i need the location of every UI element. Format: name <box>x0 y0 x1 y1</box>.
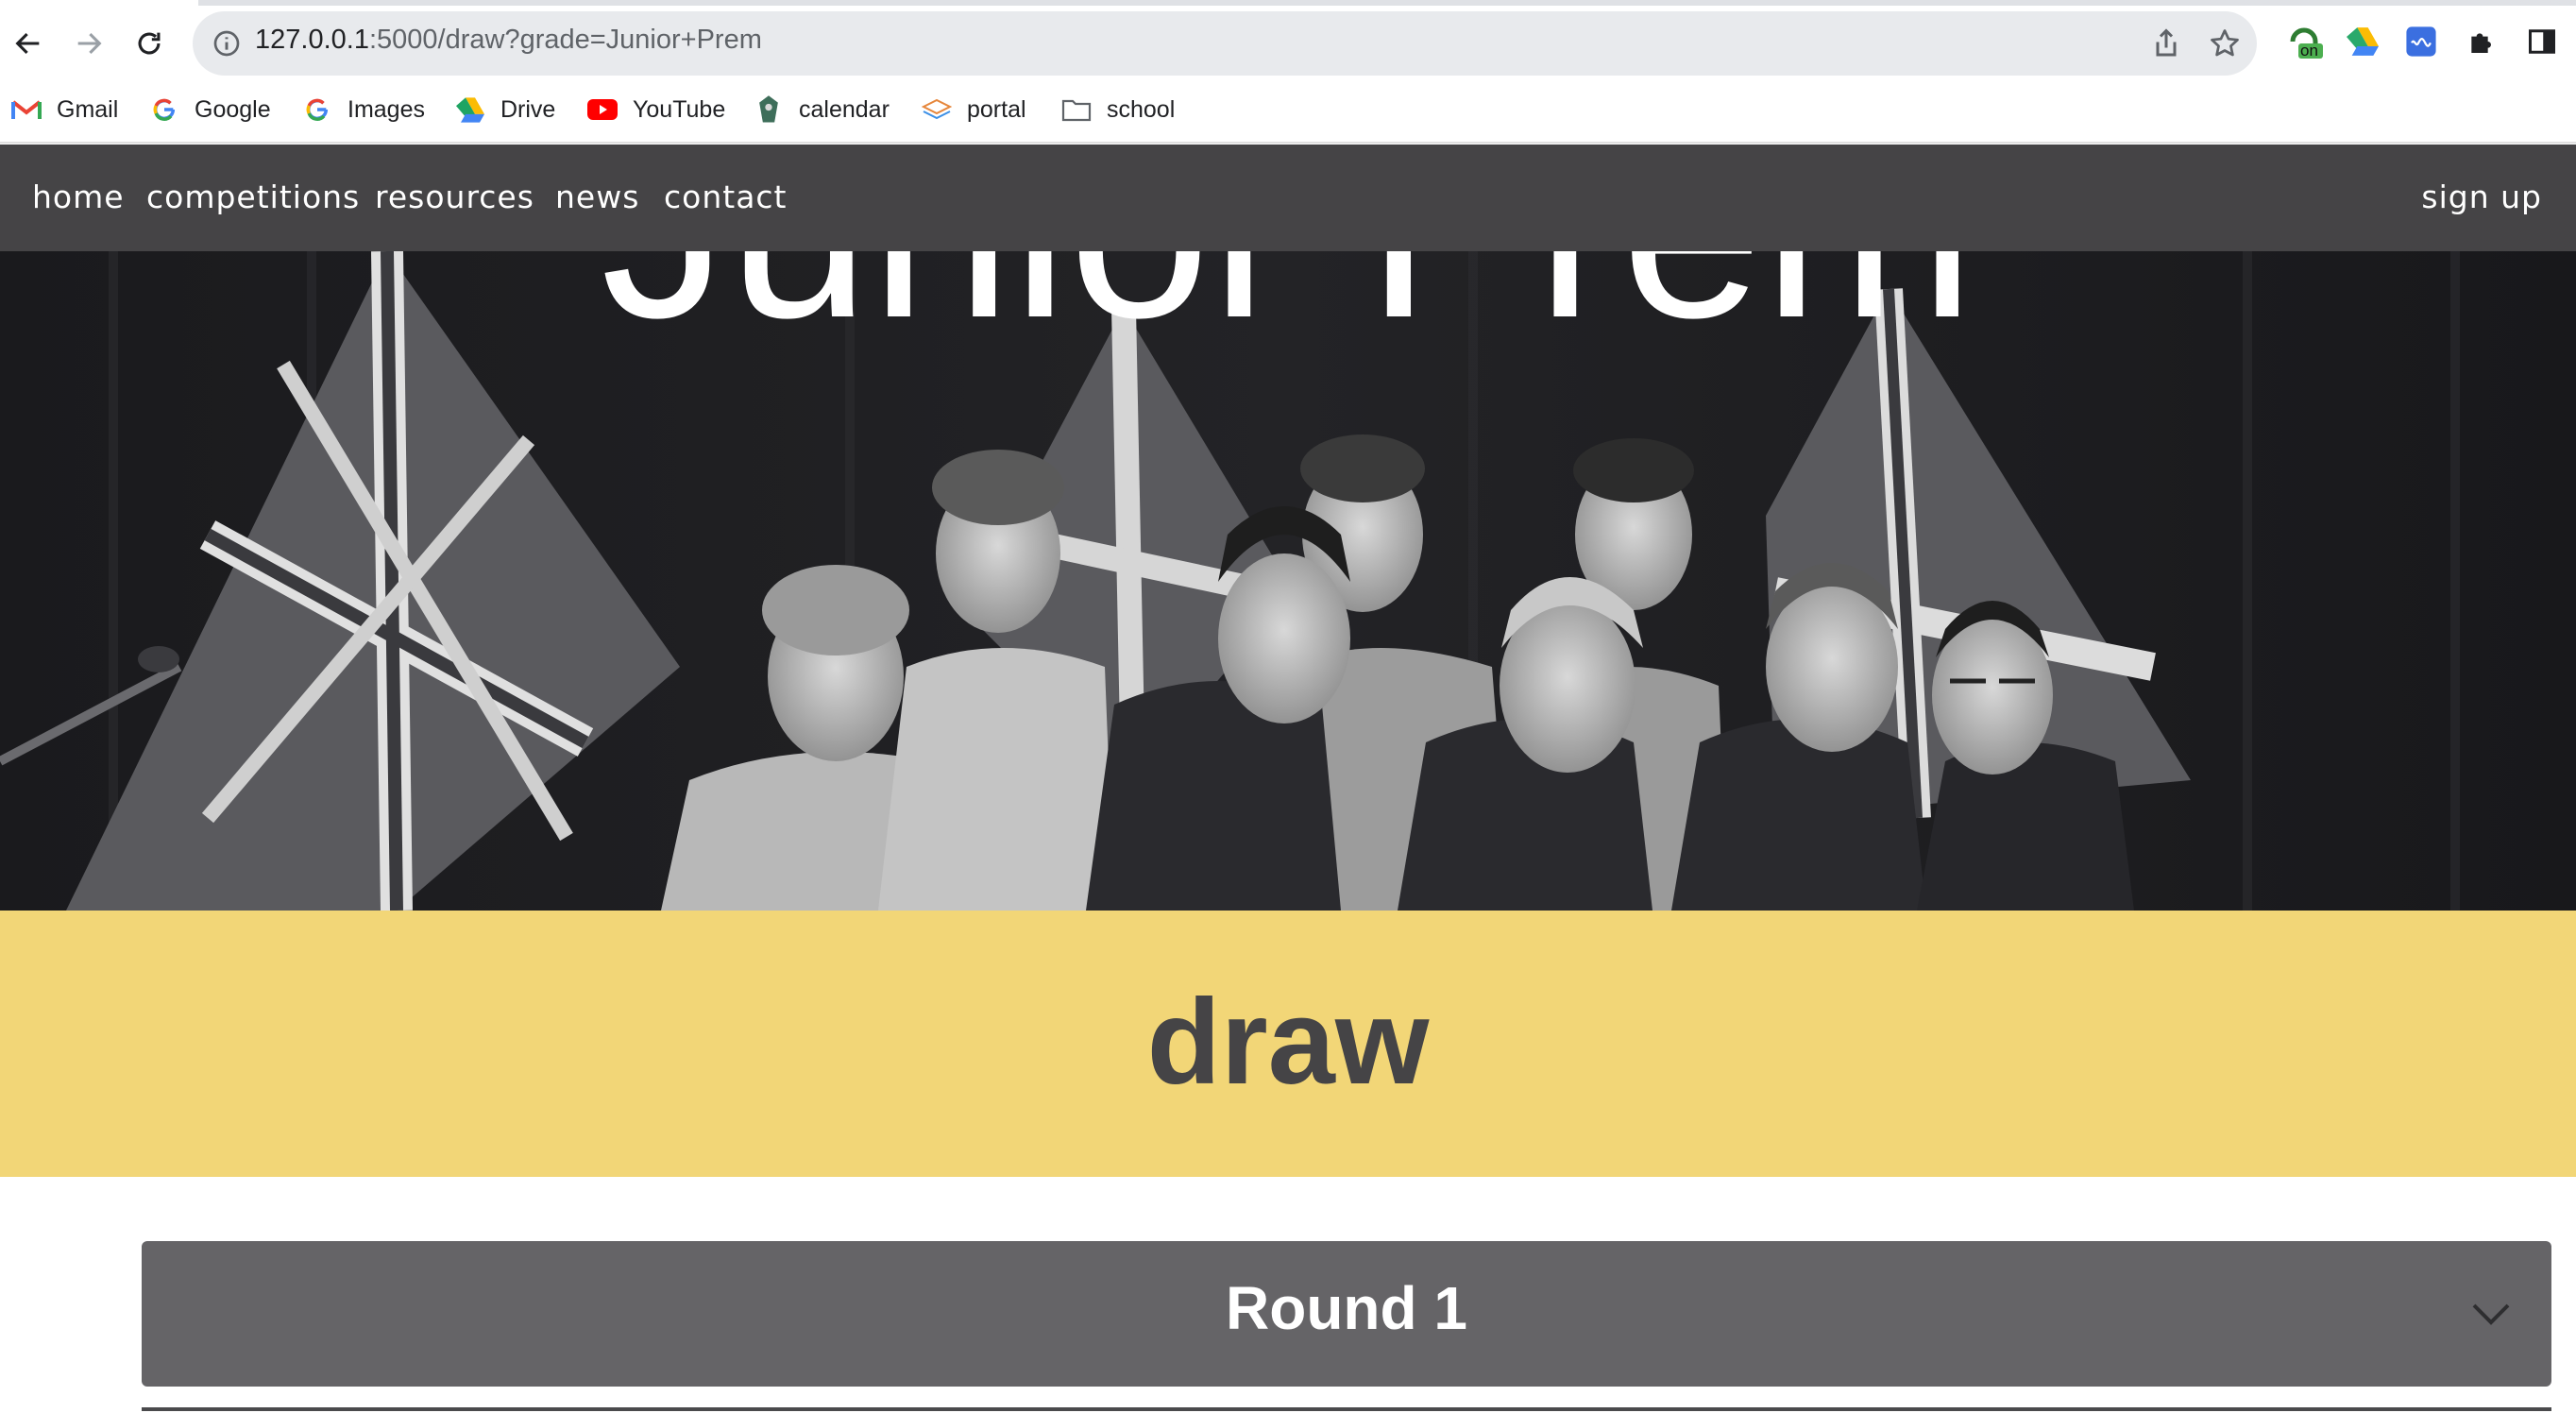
bookmark-label: portal <box>967 95 1026 123</box>
url-path: :5000/draw?grade=Junior+Prem <box>368 25 762 55</box>
wave-extension-button[interactable] <box>2402 23 2440 60</box>
arrow-right-icon <box>77 32 102 55</box>
side-panel-button[interactable] <box>2523 23 2561 60</box>
bookmark-label: school <box>1107 95 1176 123</box>
active-tab-indicator <box>0 0 198 6</box>
crest-icon <box>754 94 784 125</box>
section-banner: draw <box>0 911 2576 1177</box>
back-button[interactable] <box>6 21 51 66</box>
bookmark-calendar[interactable]: calendar <box>754 89 890 130</box>
drive-icon <box>455 94 485 125</box>
share-icon[interactable] <box>2149 26 2183 60</box>
tab-strip <box>0 0 2576 6</box>
nav-resources[interactable]: resources <box>375 179 534 215</box>
forward-button[interactable] <box>66 21 111 66</box>
nav-competitions[interactable]: competitions <box>146 179 360 215</box>
bookmark-label: Google <box>195 95 271 123</box>
site-navbar: home competitions resources news contact… <box>0 145 2576 251</box>
reload-button[interactable] <box>127 21 172 66</box>
url-text[interactable]: 127.0.0.1:5000/draw?grade=Junior+Prem <box>255 25 762 56</box>
extensions-button[interactable] <box>2463 23 2500 60</box>
hero-banner: Junior Prem <box>0 251 2576 911</box>
nav-contact[interactable]: contact <box>664 179 788 215</box>
nav-home[interactable]: home <box>32 179 125 215</box>
bookmark-google[interactable]: Google <box>149 89 271 130</box>
gmail-icon <box>11 94 42 125</box>
extension-on-button[interactable]: on <box>2285 23 2323 60</box>
layers-icon <box>922 94 952 125</box>
bookmark-images[interactable]: Images <box>302 89 425 130</box>
wave-icon <box>2406 26 2436 57</box>
nav-sign-up[interactable]: sign up <box>2421 179 2542 215</box>
info-icon[interactable] <box>212 28 242 59</box>
url-host: 127.0.0.1 <box>255 25 369 55</box>
chrome-divider <box>0 142 2576 144</box>
star-icon[interactable] <box>2208 26 2242 60</box>
bookmarks-bar: Gmail Google Images Drive YouTube calend… <box>0 89 2576 130</box>
round-title: Round 1 <box>1226 1274 1467 1342</box>
extension-badge: on <box>2300 42 2318 60</box>
bookmark-label: Gmail <box>57 95 119 123</box>
bookmark-gmail[interactable]: Gmail <box>11 89 118 130</box>
hero-title: Junior Prem <box>0 251 2576 376</box>
chevron-down-icon[interactable] <box>2468 1296 2514 1330</box>
bookmark-school[interactable]: school <box>1061 89 1175 130</box>
bookmark-portal[interactable]: portal <box>922 89 1026 130</box>
browser-toolbar: 127.0.0.1:5000/draw?grade=Junior+Prem on <box>0 0 2576 83</box>
side-panel-icon <box>2529 29 2555 54</box>
bookmark-drive[interactable]: Drive <box>455 89 555 130</box>
bookmark-label: Images <box>347 95 425 123</box>
page-title: draw <box>1146 975 1430 1110</box>
google-icon <box>149 94 179 125</box>
bookmark-label: Drive <box>500 95 556 123</box>
google-icon <box>302 94 332 125</box>
reload-icon <box>138 32 161 55</box>
bookmark-label: YouTube <box>633 95 726 123</box>
folder-icon <box>1061 94 1092 125</box>
drive-icon <box>2347 27 2379 56</box>
nav-news[interactable]: news <box>555 179 639 215</box>
drive-extension-button[interactable] <box>2344 23 2381 60</box>
bookmark-youtube[interactable]: YouTube <box>587 89 725 130</box>
address-bar[interactable]: 127.0.0.1:5000/draw?grade=Junior+Prem <box>193 11 2257 76</box>
bookmark-label: calendar <box>799 95 890 123</box>
arrow-left-icon <box>15 32 40 55</box>
round-accordion-header[interactable]: Round 1 <box>142 1241 2551 1387</box>
youtube-icon <box>587 94 618 125</box>
accordion-divider <box>142 1407 2551 1411</box>
puzzle-icon <box>2471 33 2491 53</box>
